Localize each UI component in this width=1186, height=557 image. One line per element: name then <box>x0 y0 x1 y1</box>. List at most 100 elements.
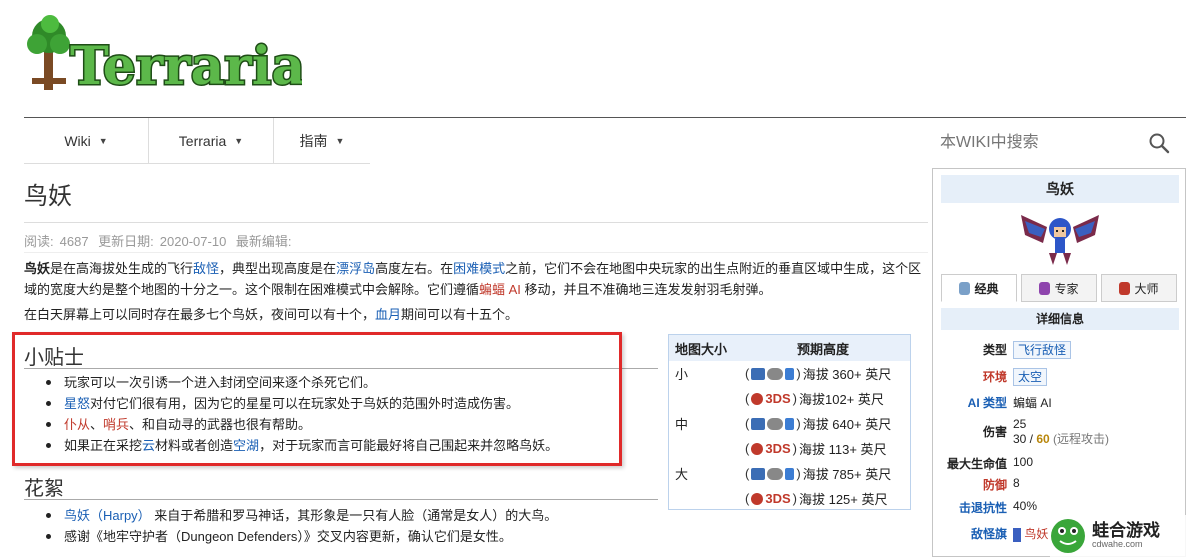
page-title: 鸟妖 <box>24 183 72 210</box>
classic-mode-icon <box>959 281 971 295</box>
3ds-label: 3DS <box>765 441 791 456</box>
search-input[interactable] <box>940 128 1140 158</box>
height-value: () 海拔 360+ 英尺 <box>745 364 910 383</box>
terraria-logo[interactable]: Terraria <box>22 12 307 99</box>
site-watermark: 蛙合游戏 cdwahe.com <box>1050 515 1186 557</box>
stat-label[interactable]: AI 类型 <box>941 394 1013 411</box>
infobox-title: 鸟妖 <box>941 175 1179 203</box>
platform-3ds: (3DS) <box>745 441 797 456</box>
3ds-icon <box>751 492 764 505</box>
mobile-icon <box>785 417 795 430</box>
logo-wordmark: Terraria <box>70 36 302 94</box>
intro-paragraph: 鸟妖是在高海拔处生成的飞行敌怪，典型出现高度是在漂浮岛高度左右。在困难模式之前，… <box>24 258 924 300</box>
platform-icons: () <box>745 366 801 381</box>
paren: ( <box>745 441 750 456</box>
frog-logo-icon <box>1051 519 1085 553</box>
link-space[interactable]: 太空 <box>1013 368 1048 386</box>
stat-environment: 环境 太空 <box>941 368 1179 386</box>
stat-label[interactable]: 环境 <box>941 368 1013 386</box>
stat-ai-type: AI 类型 蝙蝠 AI <box>941 394 1179 411</box>
stat-damage: 伤害 25 30 / 60 (远程攻击) <box>941 417 1179 447</box>
list-item: 感谢《地牢守护者（Dungeon Defenders）》交叉内容更新，确认它们是… <box>44 526 557 547</box>
trivia-text: 来自于希腊和罗马神话，其形象是一只有人脸（通常是女人）的大鸟。 <box>150 508 558 523</box>
paren: ) <box>796 366 801 381</box>
chevron-down-icon: ▼ <box>98 136 108 146</box>
intro-text: ，典型出现高度是在 <box>219 261 337 276</box>
table-row: (3DS) 海拔102+ 英尺 <box>669 386 910 411</box>
search-icon[interactable] <box>1148 132 1170 154</box>
paren: ( <box>745 466 750 481</box>
search-box <box>940 128 1176 158</box>
stat-label[interactable]: 敌怪旗 <box>941 525 1013 542</box>
spawn-text: 期间可以有十五个。 <box>401 307 519 322</box>
highlight-box <box>12 332 622 466</box>
intro-bold: 鸟妖 <box>24 261 51 276</box>
table-row: (3DS) 海拔 113+ 英尺 <box>669 436 910 461</box>
tab-expert[interactable]: 专家 <box>1021 274 1097 302</box>
banner-icon <box>1013 527 1021 542</box>
nav-terraria[interactable]: Terraria ▼ <box>149 118 274 164</box>
nav-guide[interactable]: 指南 ▼ <box>274 118 370 164</box>
terraria-logo-graphic: Terraria <box>27 15 307 99</box>
3ds-icon <box>751 392 764 405</box>
damage-master: 60 <box>1036 432 1050 446</box>
intro-text: 高度左右。在 <box>375 261 454 276</box>
3ds-icon <box>751 442 764 455</box>
table-row: 大 () 海拔 785+ 英尺 <box>669 461 910 486</box>
stat-value: 蝙蝠 AI <box>1013 396 1052 410</box>
height-text: 海拔 113+ 英尺 <box>798 442 887 457</box>
paren: ) <box>796 466 801 481</box>
stat-value: 飞行敌怪 <box>1013 341 1179 359</box>
link-flying-enemy[interactable]: 飞行敌怪 <box>1013 341 1072 359</box>
top-nav: Wiki ▼ Terraria ▼ 指南 ▼ <box>24 118 370 164</box>
nav-wiki-label: Wiki <box>64 133 91 149</box>
mobile-icon <box>785 367 795 380</box>
paren: ) <box>792 391 797 406</box>
link-bat-ai[interactable]: 蝙蝠 AI <box>479 282 521 297</box>
link-hardmode[interactable]: 困难模式 <box>453 261 505 276</box>
tab-label: 经典 <box>974 281 999 296</box>
stat-label[interactable]: 防御 <box>941 476 1013 493</box>
link-harpy[interactable]: 鸟妖（Harpy） <box>64 508 151 523</box>
trivia-heading: 花絮 <box>24 476 64 500</box>
stat-label: 伤害 <box>982 424 1007 439</box>
updated-date: 2020-07-10 <box>159 234 227 249</box>
height-table: 地图大小 预期高度 小 () 海拔 360+ 英尺 (3DS) 海拔102+ 英… <box>668 334 911 510</box>
watermark-name: 蛙合游戏 <box>1092 520 1160 540</box>
link-floating-island[interactable]: 漂浮岛 <box>336 261 375 276</box>
updated-label: 更新日期: <box>98 234 154 249</box>
stat-value: 8 <box>1013 476 1020 490</box>
height-text: 海拔 125+ 英尺 <box>798 492 888 507</box>
paren: ( <box>745 416 750 431</box>
nav-wiki[interactable]: Wiki ▼ <box>24 118 149 164</box>
map-size: 小 <box>675 367 689 382</box>
paren: ( <box>745 491 750 506</box>
stat-value: 太空 <box>1013 368 1179 386</box>
tab-label: 大师 <box>1134 281 1159 296</box>
spawn-paragraph: 在白天屏幕上可以同时存在最多七个鸟妖，夜间可以有十个，血月期间可以有十五个。 <box>24 304 664 325</box>
watermark-text: 蛙合游戏 cdwahe.com <box>1092 520 1160 551</box>
link-enemy[interactable]: 敌怪 <box>193 261 219 276</box>
link-blood-moon[interactable]: 血月 <box>375 307 401 322</box>
intro-text: 移动，并且不准确地三连发发射羽毛射弹。 <box>520 282 772 297</box>
infobox: 鸟妖 经典 专家 大师 详细信息 类型 飞行敌怪 环境 太空 AI 类型 蝙蝠 … <box>932 168 1186 557</box>
paren: ) <box>792 441 797 456</box>
stat-value: 100 <box>1013 455 1034 469</box>
height-value: () 海拔 785+ 英尺 <box>745 464 910 483</box>
tab-classic[interactable]: 经典 <box>941 274 1017 302</box>
nav-terraria-label: Terraria <box>178 133 227 149</box>
damage-note: (远程攻击) <box>1049 432 1110 446</box>
views-count: 4687 <box>59 234 89 249</box>
table-header: 地图大小 预期高度 <box>669 335 910 361</box>
platform-icons: () <box>745 466 801 481</box>
intro-text: 是在高海拔处生成的飞行 <box>50 261 194 276</box>
console-icon <box>767 467 784 480</box>
stat-label[interactable]: 击退抗性 <box>941 499 1013 516</box>
link-harpy-banner[interactable]: 鸟妖 <box>1024 527 1048 541</box>
3ds-label: 3DS <box>765 391 791 406</box>
nav-guide-label: 指南 <box>299 133 328 149</box>
tab-master[interactable]: 大师 <box>1101 274 1177 302</box>
stat-label: 类型 <box>982 343 1007 357</box>
console-icon <box>767 417 784 430</box>
desktop-icon <box>751 417 766 430</box>
